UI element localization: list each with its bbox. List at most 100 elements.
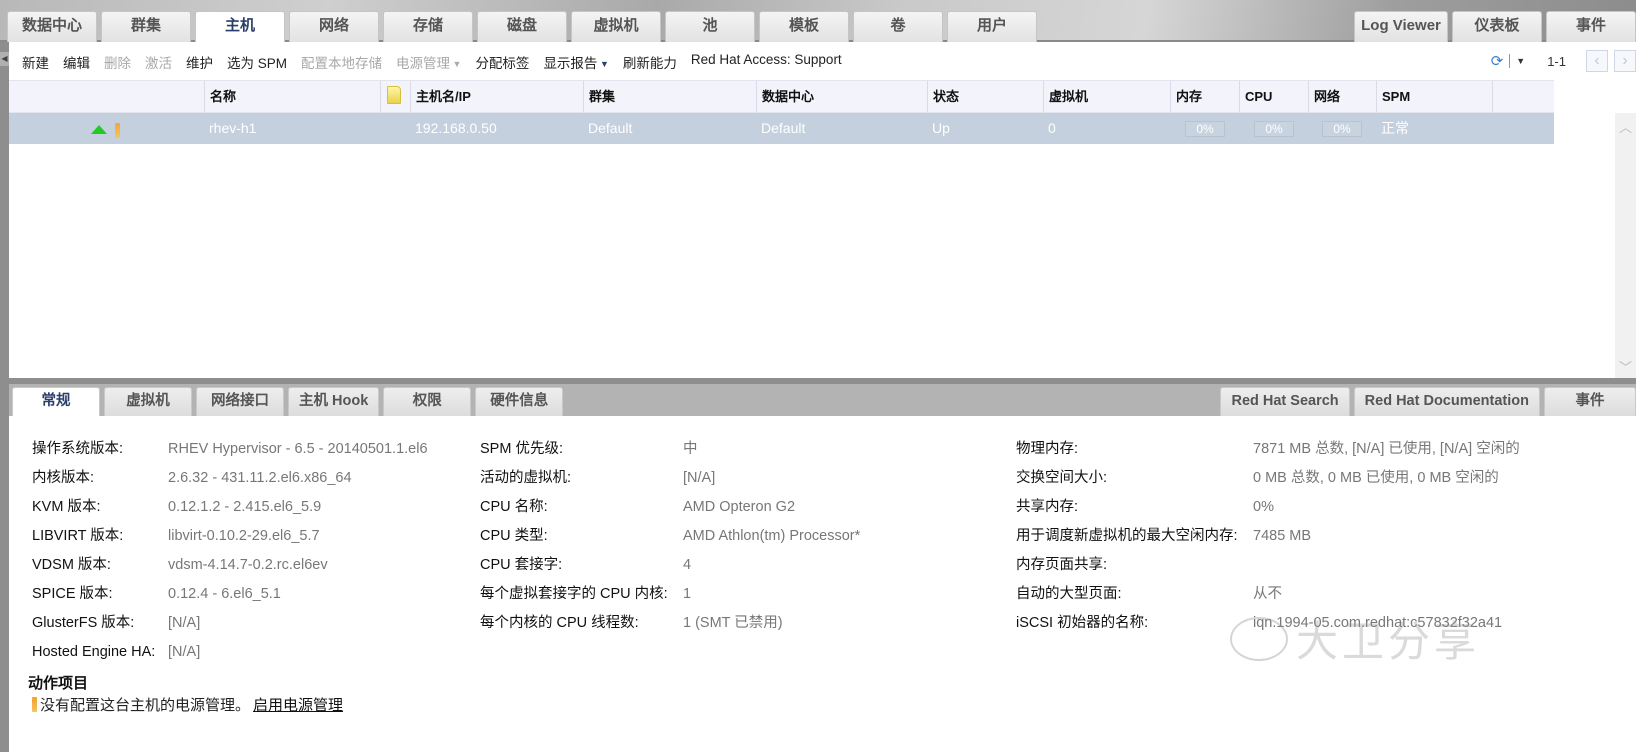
detail-value: iqn.1994-05.com.redhat:c57832f32a41 (1253, 615, 1503, 631)
toolbar-action-4[interactable]: 维护 (186, 52, 213, 72)
detail-tabs-bar: 常规 虚拟机 网络接口 主机 Hook 权限 硬件信息 Red Hat Search Red… (9, 384, 1636, 416)
scroll-down-chevron-icon[interactable]: ﹀ (1619, 357, 1632, 376)
column-header-datacenter[interactable]: 数据中心 (756, 81, 927, 113)
collapse-left-panel-icon[interactable]: ◀ (0, 52, 9, 66)
detail-row: 每个内核的 CPU 线程数: 1 (SMT 已禁用) (480, 612, 860, 641)
detail-label: 交换空间大小: (1016, 470, 1108, 486)
pager-range: 1-1 (1547, 53, 1566, 69)
detail-tab-1[interactable]: 虚拟机 (104, 387, 192, 416)
grid-vertical-scrollbar[interactable]: ︿ ﹀ (1615, 113, 1636, 378)
main-tab-8[interactable]: 模板 (759, 11, 849, 42)
detail-row: KVM 版本: 0.12.1.2 - 2.415.el6_5.9 (32, 496, 428, 525)
detail-tab-3[interactable]: 主机 Hook (288, 387, 380, 416)
detail-tab-0[interactable]: 常规 (12, 387, 100, 416)
column-header-vms[interactable]: 虚拟机 (1043, 81, 1170, 113)
column-header-cpu[interactable]: CPU (1239, 81, 1308, 113)
detail-row: 用于调度新虚拟机的最大空闲内存: 7485 MB (1016, 525, 1520, 554)
main-tab-10[interactable]: 用户 (947, 11, 1037, 42)
detail-value: 中 (683, 441, 698, 457)
main-tab-3[interactable]: 网络 (289, 11, 379, 42)
detail-label: CPU 名称: (480, 499, 548, 515)
detail-row: iSCSI 初始器的名称: iqn.1994-05.com.redhat:c578… (1016, 612, 1520, 641)
toolbar-action-label: 维护 (186, 56, 213, 71)
toolbar-action-0[interactable]: 新建 (22, 52, 49, 72)
main-tab-right-item-2[interactable]: 事件 (1546, 11, 1636, 42)
detail-row: CPU 类型: AMD Athlon(tm) Processor* (480, 525, 860, 554)
main-tab-2[interactable]: 主机 (195, 11, 285, 43)
memory-usage-bar: 0% (1185, 121, 1225, 137)
column-header-cluster[interactable]: 群集 (583, 81, 756, 113)
column-header-memory[interactable]: 内存 (1170, 81, 1239, 113)
detail-label: 共享内存: (1016, 499, 1079, 515)
detail-tab-4[interactable]: 权限 (383, 387, 472, 416)
toolbar-action-5[interactable]: 选为 SPM (227, 52, 287, 72)
comment-note-icon (387, 86, 401, 104)
detail-row: SPM 优先级: 中 (480, 438, 860, 467)
detail-label: 物理内存: (1016, 441, 1079, 457)
cpu-info-column: SPM 优先级: 中活动的虚拟机: [N/A] CPU 名称: AMD Opteron … (480, 438, 860, 641)
detail-row: 共享内存: 0% (1016, 496, 1520, 525)
main-tab-right-log-viewer[interactable]: Log Viewer (1354, 11, 1448, 42)
toolbar-action-7[interactable]: 电源管理 ▼ (396, 52, 461, 72)
cell-status: Up (932, 120, 950, 136)
column-header-comment[interactable] (380, 81, 410, 113)
main-tab-0[interactable]: 数据中心 (7, 11, 97, 42)
toolbar-action-label: 配置本地存储 (301, 56, 383, 71)
main-tabs: 数据中心 群集 主机 网络 存储 磁盘 虚拟机池模板卷用户 (7, 11, 1037, 43)
detail-label: VDSM 版本: (32, 557, 111, 573)
toolbar-action-6[interactable]: 配置本地存储 (301, 52, 382, 72)
detail-value: 7485 MB (1253, 528, 1312, 544)
refresh-options-chevron-down-icon[interactable]: ▼ (1516, 56, 1525, 66)
enable-power-management-link[interactable]: 启用电源管理 (253, 694, 343, 715)
toolbar-action-label: 刷新能力 (622, 56, 677, 71)
detail-row: 物理内存: 7871 MB 总数, [N/A] 已使用, [N/A] 空闲的 (1016, 438, 1520, 467)
detail-value: 4 (683, 557, 692, 573)
column-header-network[interactable]: 网络 (1308, 81, 1376, 113)
toolbar-action-11[interactable]: Red Hat Access: Support (691, 52, 842, 72)
detail-row: VDSM 版本: vdsm-4.14.7-0.2.rc.el6ev (32, 554, 428, 583)
toolbar-action-9[interactable]: 显示报告 ▼ (543, 52, 608, 72)
main-tab-right-item-1[interactable]: 仪表板 (1452, 11, 1542, 42)
detail-label: 用于调度新虚拟机的最大空闲内存: (1016, 528, 1238, 544)
memory-info-column: 物理内存: 7871 MB 总数, [N/A] 已使用, [N/A] 空闲的交换空… (1016, 438, 1520, 641)
toolbar-action-3[interactable]: 激活 (145, 52, 172, 72)
detail-label: SPICE 版本: (32, 586, 113, 602)
detail-tab-5[interactable]: 硬件信息 (475, 387, 564, 416)
toolbar-action-10[interactable]: 刷新能力 (623, 52, 677, 72)
detail-value: [N/A] (168, 644, 201, 660)
detail-tab-2[interactable]: 网络接口 (196, 387, 284, 416)
toolbar-action-8[interactable]: 分配标签 (475, 52, 529, 72)
detail-tab-right-red-hat-search[interactable]: Red Hat Search (1220, 387, 1350, 416)
detail-tab-right-red-hat-documentation[interactable]: Red Hat Documentation (1353, 387, 1540, 416)
main-tab-4[interactable]: 存储 (383, 11, 473, 42)
refresh-icon[interactable]: ⟳ (1491, 52, 1504, 70)
main-tab-7[interactable]: 池 (665, 11, 755, 42)
column-header-spm[interactable]: SPM (1376, 81, 1492, 113)
detail-value: 2.6.32 - 431.11.2.el6.x86_64 (168, 470, 352, 486)
detail-row: LIBVIRT 版本: libvirt-0.10.2-29.el6_5.7 (32, 525, 428, 554)
toolbar-action-1[interactable]: 编辑 (63, 52, 90, 72)
main-tab-1[interactable]: 群集 (101, 11, 191, 42)
detail-row: GlusterFS 版本: [N/A] (32, 612, 428, 641)
toolbar-action-label: 电源管理 (396, 56, 451, 71)
column-header-status[interactable]: 状态 (927, 81, 1043, 113)
main-tabs-right: Log Viewer 仪表板 事件 (1354, 11, 1636, 42)
toolbar-action-label: 删除 (104, 56, 131, 71)
next-page-button[interactable]: › (1614, 50, 1636, 72)
scroll-up-chevron-icon[interactable]: ︿ (1619, 117, 1632, 136)
detail-value: 0% (1253, 499, 1274, 515)
table-row[interactable]: rhev-h1 192.168.0.50 Default Default Up … (9, 113, 1554, 144)
detail-row: 活动的虚拟机: [N/A] (480, 467, 860, 496)
detail-value: 1 (SMT 已禁用) (683, 615, 783, 631)
main-tab-5[interactable]: 磁盘 (477, 11, 567, 42)
column-header-hostname-ip[interactable]: 主机名/IP (410, 81, 583, 113)
main-tab-6[interactable]: 虚拟机 (571, 11, 661, 42)
column-header-name[interactable]: 名称 (204, 81, 380, 113)
main-tab-9[interactable]: 卷 (853, 11, 943, 42)
toolbar-action-2[interactable]: 删除 (104, 52, 131, 72)
detail-row: 内核版本: 2.6.32 - 431.11.2.el6.x86_64 (32, 467, 428, 496)
detail-label: iSCSI 初始器的名称: (1016, 615, 1149, 631)
toolbar-action-label: 编辑 (63, 56, 90, 71)
detail-tab-right-item-2[interactable]: 事件 (1544, 387, 1636, 416)
previous-page-button[interactable]: ‹ (1586, 50, 1608, 72)
